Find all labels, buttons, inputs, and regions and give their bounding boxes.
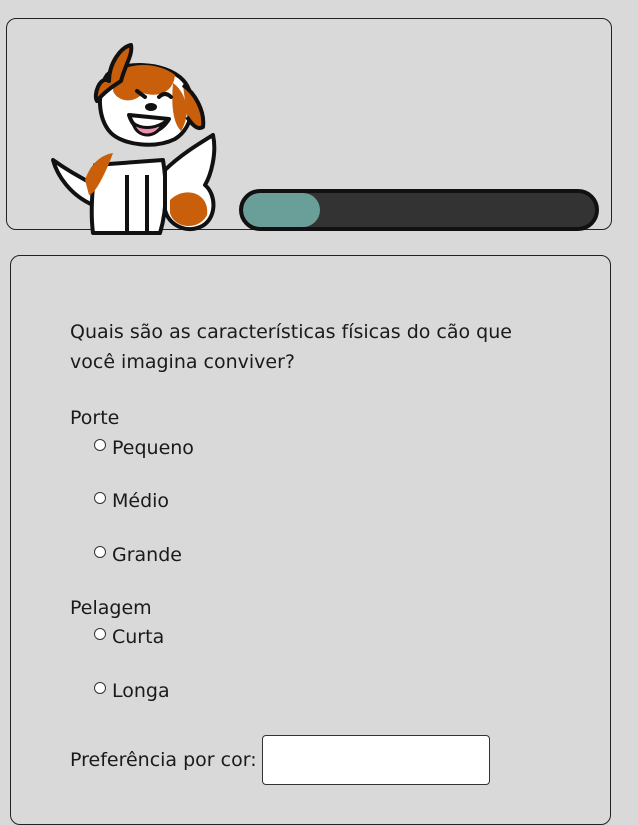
header-card bbox=[6, 18, 612, 235]
option-label: Curta bbox=[112, 626, 165, 648]
radio-option-pequeno[interactable]: Pequeno bbox=[94, 436, 194, 460]
option-label: Grande bbox=[112, 544, 182, 566]
radio-option-longa[interactable]: Longa bbox=[94, 679, 170, 703]
radio-button[interactable] bbox=[94, 546, 106, 558]
radio-button[interactable] bbox=[94, 682, 106, 694]
radio-button[interactable] bbox=[94, 492, 106, 504]
question-text: Quais são as características físicas do … bbox=[70, 321, 512, 373]
form-card: Quais são as características físicas do … bbox=[10, 255, 611, 825]
color-preference-input[interactable] bbox=[262, 735, 490, 785]
progress-bar bbox=[239, 189, 599, 231]
color-preference-label: Preferência por cor: bbox=[70, 749, 257, 771]
radio-option-medio[interactable]: Médio bbox=[94, 489, 169, 513]
option-label: Longa bbox=[112, 680, 170, 702]
option-label: Médio bbox=[112, 490, 170, 512]
group-label-porte: Porte bbox=[70, 407, 120, 429]
group-label-pelagem: Pelagem bbox=[70, 597, 152, 619]
radio-button[interactable] bbox=[94, 628, 106, 640]
radio-option-curta[interactable]: Curta bbox=[94, 625, 164, 649]
radio-option-grande[interactable]: Grande bbox=[94, 543, 182, 567]
option-label: Pequeno bbox=[112, 437, 194, 459]
progress-fill bbox=[243, 193, 321, 227]
radio-button[interactable] bbox=[94, 439, 106, 451]
dog-mascot-icon bbox=[51, 43, 217, 235]
